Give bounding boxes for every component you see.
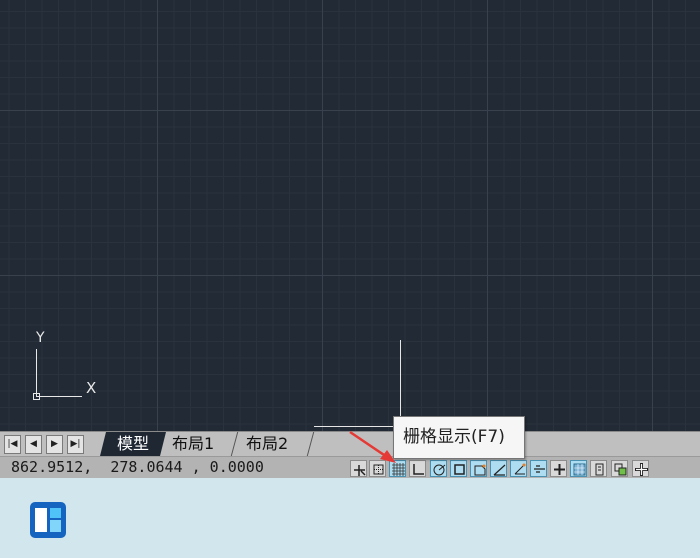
grid-display-icon	[392, 463, 405, 476]
last-tab-icon[interactable]: ▶|	[67, 435, 84, 454]
dynamic-input-icon	[534, 465, 545, 473]
first-tab-icon[interactable]: |◀	[4, 435, 21, 454]
ortho-mode-icon	[413, 464, 424, 475]
crosshair-horizontal	[314, 426, 399, 427]
3d-object-snap-toggle-button[interactable]	[470, 460, 487, 477]
tab-divider	[306, 432, 315, 456]
annotation-monitor-toggle-button[interactable]	[632, 460, 649, 477]
ucs-origin-icon	[33, 393, 40, 400]
object-snap-tracking-toggle-button[interactable]	[490, 460, 507, 477]
object-snap-icon	[454, 464, 465, 475]
tooltip: 栅格显示(F7)	[393, 416, 525, 459]
dynamic-ucs-toggle-button[interactable]	[510, 460, 527, 477]
quick-properties-toggle-button[interactable]	[590, 460, 607, 477]
dynamic-ucs-icon	[514, 463, 526, 475]
annotation-monitor-icon	[635, 463, 648, 476]
object-snap-tracking-icon	[493, 464, 506, 476]
ortho-mode-toggle-button[interactable]	[409, 460, 426, 477]
drawing-canvas[interactable]: Y X	[0, 0, 700, 431]
tab-model[interactable]: 模型	[100, 432, 166, 456]
selection-cycling-toggle-button[interactable]	[611, 460, 628, 477]
next-tab-icon[interactable]: ▶	[46, 435, 63, 454]
ucs-y-label: Y	[36, 330, 45, 346]
lineweight-icon	[554, 464, 565, 475]
prev-tab-icon[interactable]: ◀	[25, 435, 42, 454]
object-snap-toggle-button[interactable]	[450, 460, 467, 477]
tab-layout2[interactable]: 布局2	[246, 432, 288, 456]
selection-cycling-icon	[614, 463, 627, 476]
3d-object-snap-icon	[474, 464, 486, 476]
quick-properties-icon	[595, 463, 604, 476]
ucs-y-axis	[36, 349, 37, 396]
infer-constraints-toggle-button[interactable]	[350, 460, 367, 477]
taskbar	[0, 479, 700, 558]
dynamic-input-toggle-button[interactable]	[530, 460, 547, 477]
status-bar: 862.9512, 278.0644 , 0.0000	[0, 456, 700, 478]
coordinate-readout: 862.9512, 278.0644 , 0.0000	[11, 458, 264, 476]
grid-display-toggle-button[interactable]	[389, 460, 406, 477]
layout-tab-bar: |◀ ◀ ▶ ▶| 模型 布局1 布局2	[0, 431, 700, 456]
tab-divider	[230, 432, 239, 456]
ucs-x-label: X	[86, 379, 97, 397]
snap-mode-toggle-button[interactable]	[369, 460, 386, 477]
infer-constraints-icon	[354, 465, 366, 476]
lineweight-toggle-button[interactable]	[550, 460, 567, 477]
snap-mode-icon	[373, 464, 384, 475]
transparency-icon	[573, 463, 586, 476]
polar-tracking-icon	[433, 464, 446, 476]
ucs-x-axis	[36, 396, 82, 397]
transparency-toggle-button[interactable]	[570, 460, 587, 477]
polar-tracking-toggle-button[interactable]	[430, 460, 447, 477]
app-icon[interactable]	[30, 502, 66, 538]
tab-layout1[interactable]: 布局1	[172, 432, 214, 456]
